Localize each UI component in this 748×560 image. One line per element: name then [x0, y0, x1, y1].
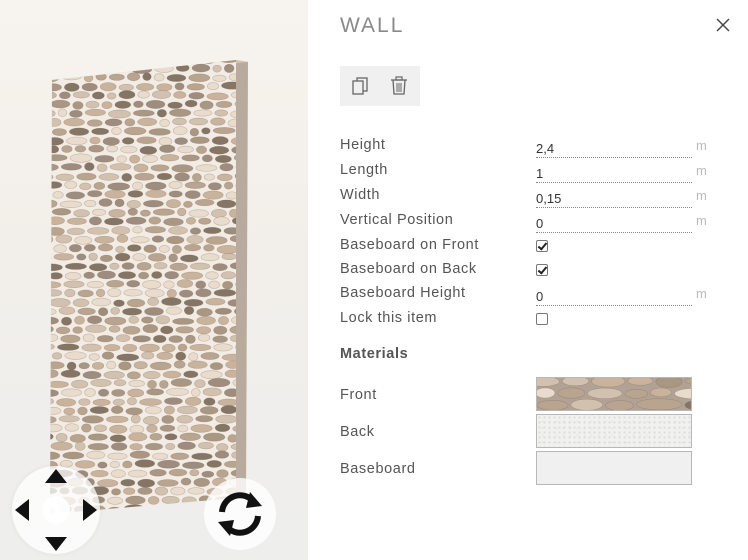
width-row: Width m	[340, 187, 707, 209]
pan-right-arrow-icon[interactable]	[83, 499, 97, 521]
length-label: Length	[340, 162, 388, 178]
lock-item-checkbox[interactable]	[536, 313, 548, 325]
width-unit: m	[696, 188, 707, 203]
material-baseboard-label: Baseboard	[340, 461, 416, 477]
vertical-position-input[interactable]	[536, 213, 692, 233]
pan-control[interactable]	[12, 466, 100, 554]
height-unit: m	[696, 138, 707, 153]
stone-texture-thumbnail	[537, 378, 691, 410]
material-front-label: Front	[340, 387, 377, 403]
copy-icon	[352, 77, 368, 95]
baseboard-back-row: Baseboard on Back	[340, 261, 700, 283]
length-input[interactable]	[536, 163, 692, 183]
pan-left-arrow-icon[interactable]	[15, 499, 29, 521]
trash-icon	[391, 76, 407, 95]
vertical-position-unit: m	[696, 213, 707, 228]
baseboard-front-checkbox[interactable]	[536, 240, 548, 252]
3d-viewport[interactable]	[0, 0, 308, 560]
baseboard-front-label: Baseboard on Front	[340, 237, 479, 253]
item-actions	[340, 66, 420, 106]
baseboard-height-row: Baseboard Height m	[340, 285, 707, 307]
baseboard-height-input[interactable]	[536, 286, 692, 306]
baseboard-back-label: Baseboard on Back	[340, 261, 477, 277]
lock-item-row: Lock this item	[340, 310, 700, 332]
material-back-label: Back	[340, 424, 375, 440]
pan-down-arrow-icon[interactable]	[45, 537, 67, 551]
material-baseboard-row: Baseboard	[340, 451, 700, 487]
rotate-button[interactable]	[204, 478, 276, 550]
baseboard-back-checkbox[interactable]	[536, 264, 548, 276]
material-front-swatch[interactable]	[536, 377, 692, 411]
close-icon	[716, 18, 730, 32]
rotate-icon	[218, 492, 262, 536]
baseboard-front-row: Baseboard on Front	[340, 237, 700, 259]
wall-side-face	[236, 60, 248, 498]
pan-up-arrow-icon[interactable]	[45, 469, 67, 483]
width-label: Width	[340, 187, 381, 203]
height-input[interactable]	[536, 138, 692, 158]
pan-center	[42, 496, 70, 524]
length-unit: m	[696, 163, 707, 178]
vertical-position-label: Vertical Position	[340, 212, 454, 228]
length-row: Length m	[340, 162, 707, 184]
width-input[interactable]	[536, 188, 692, 208]
material-baseboard-swatch[interactable]	[536, 451, 692, 485]
height-label: Height	[340, 137, 386, 153]
panel-title: WALL	[340, 14, 405, 37]
material-back-row: Back	[340, 414, 700, 450]
close-button[interactable]	[714, 16, 732, 34]
baseboard-height-unit: m	[696, 286, 707, 301]
baseboard-height-label: Baseboard Height	[340, 285, 466, 301]
material-front-row: Front	[340, 377, 700, 413]
height-row: Height m	[340, 137, 707, 159]
material-back-swatch[interactable]	[536, 414, 692, 448]
delete-button[interactable]	[388, 75, 410, 97]
vertical-position-row: Vertical Position m	[340, 212, 707, 234]
duplicate-button[interactable]	[350, 75, 372, 97]
materials-heading: Materials	[340, 346, 409, 362]
properties-panel: WALL Height m Le	[308, 0, 748, 560]
lock-item-label: Lock this item	[340, 310, 438, 326]
